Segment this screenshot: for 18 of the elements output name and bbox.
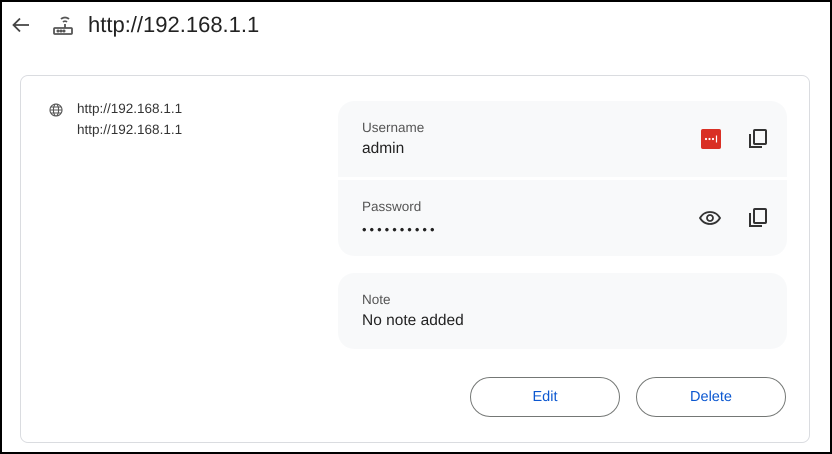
router-icon <box>52 14 74 36</box>
action-button[interactable]: Delete <box>636 377 786 417</box>
page-title: http://192.168.1.1 <box>88 12 260 38</box>
field-label: Password <box>362 199 422 214</box>
note-value: No note added <box>362 312 464 330</box>
site-url: http://192.168.1.1 <box>77 101 182 116</box>
username-value: admin <box>362 140 404 158</box>
password-key-icon[interactable] <box>701 129 721 149</box>
globe-icon <box>49 103 63 117</box>
field-label: Note <box>362 292 391 307</box>
show-password-icon[interactable] <box>699 211 721 225</box>
password-value: •••••••••• <box>362 222 438 237</box>
copy-icon[interactable] <box>749 208 767 228</box>
back-arrow-icon[interactable] <box>12 17 30 33</box>
site-url: http://192.168.1.1 <box>77 122 182 137</box>
action-button[interactable]: Edit <box>470 377 620 417</box>
copy-icon[interactable] <box>749 129 767 149</box>
field-label: Username <box>362 120 424 135</box>
